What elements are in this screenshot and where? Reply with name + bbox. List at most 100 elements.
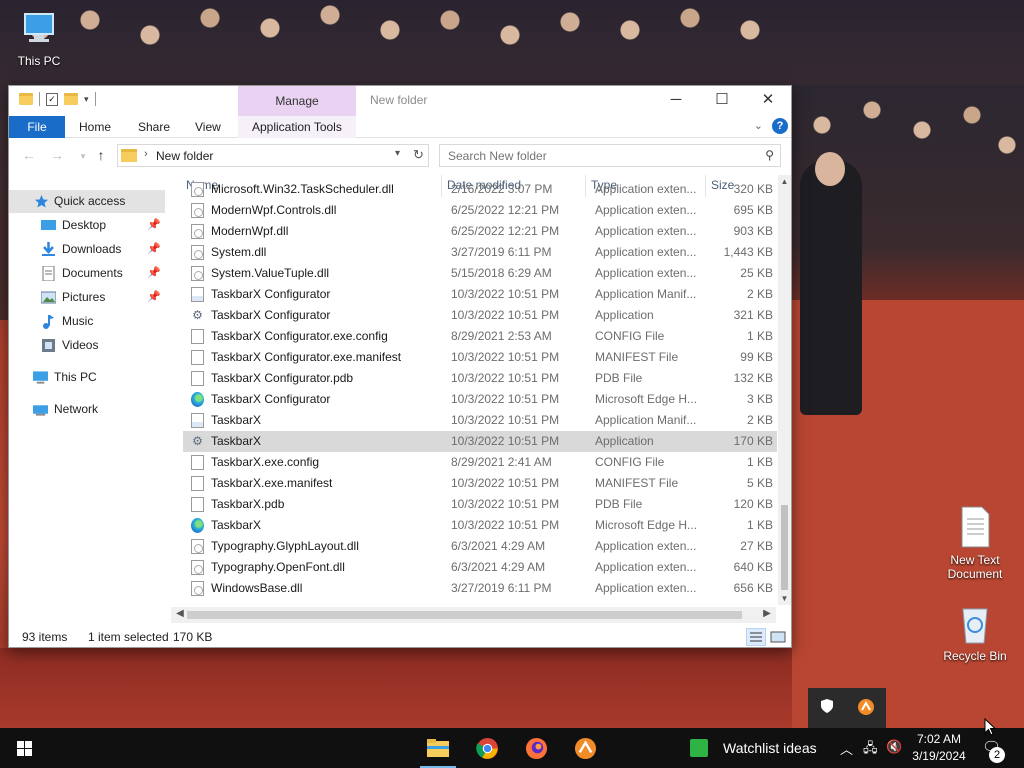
search-box[interactable]: ⚲ (439, 144, 781, 167)
file-row[interactable]: ModernWpf.dll 6/25/2022 12:21 PM Applicati… (183, 221, 777, 242)
scroll-down-icon[interactable]: ▼ (778, 592, 791, 605)
scroll-left-icon[interactable]: ◀ (173, 608, 187, 619)
maximize-button[interactable]: ☐ (699, 86, 745, 114)
nav-item-label: Quick access (54, 194, 126, 208)
nav-item-quick-access[interactable]: Quick access (9, 190, 165, 213)
nav-item-music[interactable]: Music (9, 310, 165, 333)
file-row[interactable]: TaskbarX Configurator 10/3/2022 10:51 PM M… (183, 389, 777, 410)
large-icons-view-icon (770, 631, 786, 643)
file-row[interactable]: TaskbarX.exe.manifest 10/3/2022 10:51 PM M… (183, 473, 777, 494)
horizontal-scrollbar[interactable]: ◀ ▶ (171, 607, 776, 623)
pin-icon[interactable]: 📌 (147, 262, 161, 285)
file-row[interactable]: TaskbarX 10/3/2022 10:51 PM Microsoft Edge… (183, 515, 777, 536)
scrollbar-thumb[interactable] (781, 505, 788, 590)
title-bar[interactable]: ✓ ▾ Manage New folder ─ ☐ ✕ (9, 86, 791, 116)
file-row[interactable]: Typography.GlyphLayout.dll 6/3/2021 4:29 … (183, 536, 777, 557)
large-icons-view-button[interactable] (769, 628, 787, 646)
nav-item-documents[interactable]: Documents 📌 (9, 262, 165, 285)
file-row[interactable]: ⚙ TaskbarX 10/3/2022 10:51 PM Application 17… (183, 431, 777, 452)
network-status-icon[interactable]: 🖧 (863, 739, 878, 761)
file-row[interactable]: TaskbarX Configurator.exe.manifest 10/3/2… (183, 347, 777, 368)
pin-icon[interactable]: 📌 (147, 214, 161, 237)
file-row[interactable]: TaskbarX Configurator 10/3/2022 10:51 PM A… (183, 284, 777, 305)
pin-icon[interactable]: 📌 (147, 286, 161, 309)
back-arrow-icon[interactable]: ← (19, 147, 39, 163)
file-row[interactable]: System.ValueTuple.dll 5/15/2018 6:29 AM Ap… (183, 263, 777, 284)
download-icon (42, 242, 55, 256)
close-button[interactable]: ✕ (745, 86, 791, 114)
scroll-up-icon[interactable]: ▲ (778, 175, 791, 188)
address-bar[interactable]: › New folder ▾ ↻ (117, 144, 429, 167)
nav-item-network[interactable]: Network (9, 398, 165, 421)
file-size: 27 KB (740, 539, 773, 553)
file-row[interactable]: TaskbarX.pdb 10/3/2022 10:51 PM PDB File 12… (183, 494, 777, 515)
nav-item-desktop[interactable]: Desktop 📌 (9, 214, 165, 237)
file-row[interactable]: TaskbarX 10/3/2022 10:51 PM Application Ma… (183, 410, 777, 431)
network-icon (33, 405, 48, 416)
breadcrumb-chevron-icon[interactable]: › (144, 148, 148, 160)
show-hidden-icons-chevron-icon[interactable]: ︿ (840, 739, 853, 758)
security-shield-icon[interactable] (817, 698, 837, 718)
nav-item-downloads[interactable]: Downloads 📌 (9, 238, 165, 261)
desktop-icon-this-pc[interactable]: This PC (2, 10, 76, 68)
desktop-icon-new-text-document[interactable]: New Text Document (938, 505, 1012, 581)
clock[interactable]: 7:02 AM 3/19/2024 (904, 731, 974, 765)
details-view-button[interactable] (746, 628, 766, 646)
pin-icon[interactable]: 📌 (147, 238, 161, 261)
tab-share[interactable]: Share (124, 116, 184, 138)
search-icon[interactable]: ⚲ (765, 148, 774, 162)
taskbar-firefox[interactable] (512, 728, 560, 768)
tab-application-tools[interactable]: Application Tools (238, 116, 356, 138)
tab-view[interactable]: View (181, 116, 235, 138)
file-date-modified: 10/3/2022 10:51 PM (451, 518, 560, 532)
file-row[interactable]: Microsoft.Win32.TaskScheduler.dll 2/16/20… (183, 179, 777, 200)
up-arrow-icon[interactable]: ↑ (91, 147, 111, 163)
start-button[interactable] (0, 728, 48, 768)
recent-locations-icon[interactable]: ▾ (73, 151, 93, 162)
refresh-icon[interactable]: ↻ (413, 147, 424, 163)
taskbar-app[interactable] (561, 728, 609, 768)
notification-badge: 2 (989, 747, 1005, 763)
file-date-modified: 10/3/2022 10:51 PM (451, 308, 560, 322)
nav-item-this-pc[interactable]: This PC (9, 366, 165, 389)
edge-file-icon (191, 392, 204, 407)
vertical-scrollbar[interactable]: ▲ ▼ (778, 175, 791, 605)
nav-item-pictures[interactable]: Pictures 📌 (9, 286, 165, 309)
file-type: Application exten... (595, 203, 697, 217)
scrollbar-thumb[interactable] (187, 611, 742, 619)
file-row[interactable]: TaskbarX Configurator.exe.config 8/29/202… (183, 326, 777, 347)
windows-logo-icon (17, 741, 32, 756)
file-date-modified: 8/29/2021 2:53 AM (451, 329, 552, 343)
new-folder-icon[interactable] (64, 93, 78, 105)
tab-file[interactable]: File (9, 116, 65, 138)
nav-item-videos[interactable]: Videos (9, 334, 165, 357)
chevron-down-icon[interactable]: ▾ (84, 94, 89, 105)
taskbar-file-explorer[interactable] (414, 728, 462, 768)
taskbar-chrome[interactable] (463, 728, 511, 768)
forward-arrow-icon[interactable]: → (47, 147, 67, 163)
file-row[interactable]: WindowsBase.dll 3/27/2019 6:11 PM Applicat… (183, 578, 777, 599)
chevron-down-icon[interactable]: ▾ (395, 148, 400, 159)
app-tray-icon[interactable] (856, 698, 876, 718)
help-icon[interactable]: ? (772, 118, 788, 134)
file-row[interactable]: TaskbarX Configurator.pdb 10/3/2022 10:51… (183, 368, 777, 389)
desktop-icon-recycle-bin[interactable]: Recycle Bin (938, 603, 1012, 663)
file-row[interactable]: System.dll 3/27/2019 6:11 PM Application e… (183, 242, 777, 263)
search-input[interactable] (440, 145, 750, 166)
file-row[interactable]: ModernWpf.Controls.dll 6/25/2022 12:21 PM… (183, 200, 777, 221)
file-type: Application (595, 308, 654, 322)
tab-manage[interactable]: Manage (238, 86, 356, 116)
properties-icon[interactable]: ✓ (46, 92, 58, 106)
file-row[interactable]: ⚙ TaskbarX Configurator 10/3/2022 10:51 PM… (183, 305, 777, 326)
file-name: WindowsBase.dll (211, 581, 303, 595)
tab-home[interactable]: Home (65, 116, 125, 138)
breadcrumb[interactable]: New folder (156, 149, 213, 163)
scroll-right-icon[interactable]: ▶ (760, 608, 774, 619)
nav-item-label: Videos (62, 338, 99, 352)
file-row[interactable]: TaskbarX.exe.config 8/29/2021 2:41 AM CONF… (183, 452, 777, 473)
minimize-button[interactable]: ─ (653, 86, 699, 114)
file-row[interactable]: Typography.OpenFont.dll 6/3/2021 4:29 AM A… (183, 557, 777, 578)
volume-muted-icon[interactable]: 🔇 (886, 739, 902, 755)
wallpaper-person-head (815, 152, 845, 186)
expand-ribbon-icon[interactable]: ⌄ (754, 119, 763, 132)
